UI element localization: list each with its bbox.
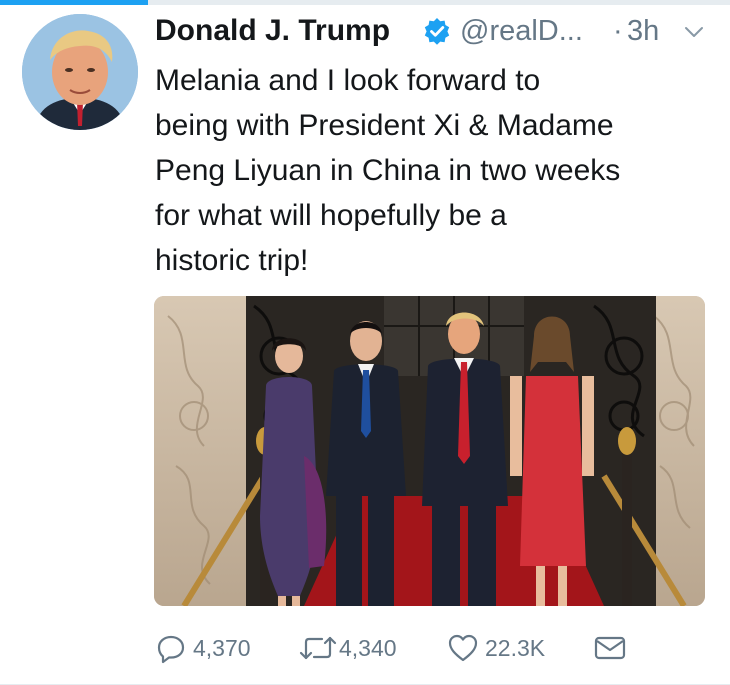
- reply-button[interactable]: 4,370: [155, 628, 251, 668]
- tweet-header: Donald J. Trump @realD... · 3h: [155, 14, 710, 50]
- verified-badge-icon: [423, 17, 451, 45]
- tweet-actions: 4,370 4,340 22.3K: [155, 628, 715, 668]
- heart-icon: [447, 632, 479, 664]
- tweet-text-line: historic trip!: [155, 244, 309, 277]
- tweet-text-line: being with President Xi & Madame: [155, 109, 614, 142]
- like-count: 22.3K: [485, 634, 546, 661]
- tweet-timestamp[interactable]: 3h: [627, 15, 659, 48]
- reply-count: 4,370: [193, 634, 251, 661]
- tweet-text-line: Melania and I look forward to: [155, 64, 541, 97]
- avatar[interactable]: [22, 14, 138, 130]
- retweet-icon: [298, 632, 338, 664]
- retweet-count: 4,340: [339, 634, 397, 661]
- tweet-text-line: for what will hopefully be a: [155, 199, 507, 232]
- chevron-down-icon[interactable]: [683, 24, 705, 40]
- separator-dot: ·: [613, 15, 623, 47]
- like-button[interactable]: 22.3K: [447, 628, 545, 668]
- author-name[interactable]: Donald J. Trump: [155, 14, 390, 48]
- load-progress-bar: [0, 0, 148, 5]
- tweet-photo[interactable]: [154, 296, 705, 606]
- envelope-icon: [593, 634, 627, 662]
- top-bar: [0, 0, 730, 5]
- tweet-text-line: Peng Liyuan in China in two weeks: [155, 154, 621, 187]
- author-handle[interactable]: @realD...: [460, 15, 583, 48]
- direct-message-button[interactable]: [593, 628, 627, 668]
- tweet-text: Melania and I look forward to being with…: [155, 58, 715, 283]
- retweet-button[interactable]: 4,340: [298, 628, 397, 668]
- reply-icon: [155, 632, 187, 664]
